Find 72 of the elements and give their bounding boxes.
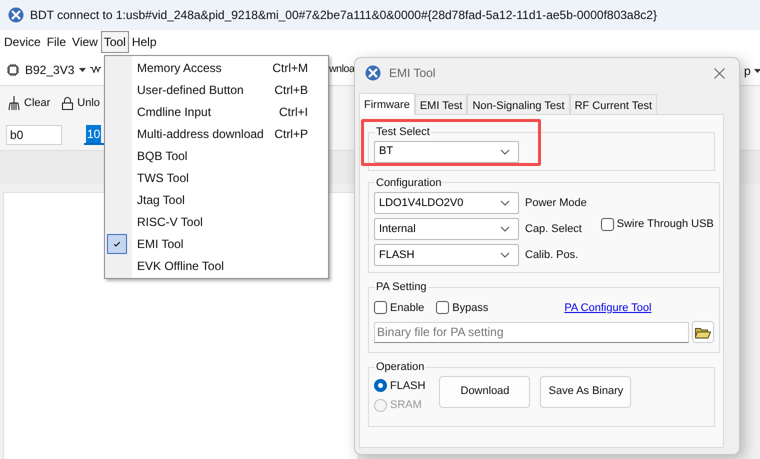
radio-label: FLASH [390,378,426,394]
menu-item[interactable]: Memory Access Ctrl+M [132,57,328,79]
window-title: BDT connect to 1:usb#vid_248a&pid_9218&mi_00#7&2be7a111&0&0000#{28d78fad-5a12-11d1-ae5b-0000f803a8c2} [30,7,657,24]
radio-label: SRAM [390,398,422,413]
checkbox-label: Bypass [452,300,488,316]
menu-item[interactable]: EVK Offline Tool [132,255,328,277]
dropdown[interactable]: FLASH [374,244,519,266]
menu-item[interactable]: User-defined Button Ctrl+B [132,79,328,101]
menu-item[interactable]: EMI Tool [132,233,328,255]
group-title: Test Select [375,125,431,140]
tab[interactable]: EMI Test [414,94,468,114]
tab[interactable]: Non-Signaling Test [467,94,570,114]
broom-icon [8,96,20,110]
group-title: Operation [375,360,426,375]
configure-link[interactable]: PA Configure Tool [564,300,652,316]
field-value: 10 [86,125,102,143]
group-title: Configuration [375,176,442,190]
dropdown[interactable]: Internal [374,218,519,240]
clear-button[interactable]: Clear [24,94,50,112]
toolbar-button[interactable]: p [744,62,751,80]
app-logo-icon [365,65,381,81]
field-label: Cap. Select [525,222,582,237]
group-title: PA Setting [375,280,428,295]
chevron-down-icon [500,252,510,258]
waveform-icon [90,66,102,73]
checkbox[interactable] [436,301,450,314]
close-icon[interactable] [714,68,725,78]
dialog-title: EMI Tool [389,65,436,82]
menu-item[interactable]: Device [1,31,44,53]
tab[interactable]: RF Current Test [570,94,658,114]
shortcut-label: Ctrl+B [274,82,308,99]
dropdown[interactable]: BT [374,140,519,162]
menu-item[interactable]: Multi-address download Ctrl+P [132,123,328,145]
caret-icon [754,69,760,73]
radio-button[interactable] [374,379,387,392]
checkbox-label: Swire Through USB [616,217,714,232]
menu-item[interactable]: Tool [100,31,129,53]
browse-button[interactable] [692,321,714,343]
shortcut-label: Ctrl+I [278,104,308,121]
chevron-down-icon [500,226,510,232]
field-value: b0 [9,127,24,144]
caret-icon [79,68,86,72]
menu-item[interactable]: TWS Tool [132,167,328,189]
dropdown[interactable]: LDO1V4LDO2V0 [374,192,519,214]
menu-item[interactable]: Help [128,31,160,53]
menu-item[interactable]: View [69,31,101,53]
file-path-field[interactable]: Binary file for PA setting [374,322,689,342]
checkbox[interactable] [600,218,614,231]
tab[interactable]: Firmware [359,93,415,115]
menu-item[interactable]: Jtag Tool [132,189,328,211]
shortcut-label: Ctrl+P [274,126,308,143]
action-button[interactable]: Save As Binary [540,376,632,408]
menu-item[interactable]: BQB Tool [132,145,328,167]
folder-icon [695,326,711,338]
input-field[interactable]: b0 [6,125,62,145]
menu-item[interactable]: RISC-V Tool [132,211,328,233]
checkbox-label: Enable [390,300,424,316]
chevron-down-icon [500,148,510,154]
unlock-button[interactable]: Unlo [77,94,100,112]
toolbar-button[interactable]: wnloa [329,62,354,78]
app-logo-icon [8,7,24,23]
chip-icon [6,62,20,76]
field-label: Power Mode [525,196,587,211]
menu-item[interactable]: File [44,31,70,53]
checkbox[interactable] [374,301,387,314]
chevron-down-icon [500,200,510,206]
shortcut-label: Ctrl+M [272,60,308,77]
device-selector[interactable]: B92_3V3 [25,60,74,78]
action-button[interactable]: Download [439,376,530,408]
menu-item[interactable]: Cmdline Input Ctrl+I [132,101,328,123]
lock-icon [62,96,74,110]
field-label: Calib. Pos. [525,248,578,263]
